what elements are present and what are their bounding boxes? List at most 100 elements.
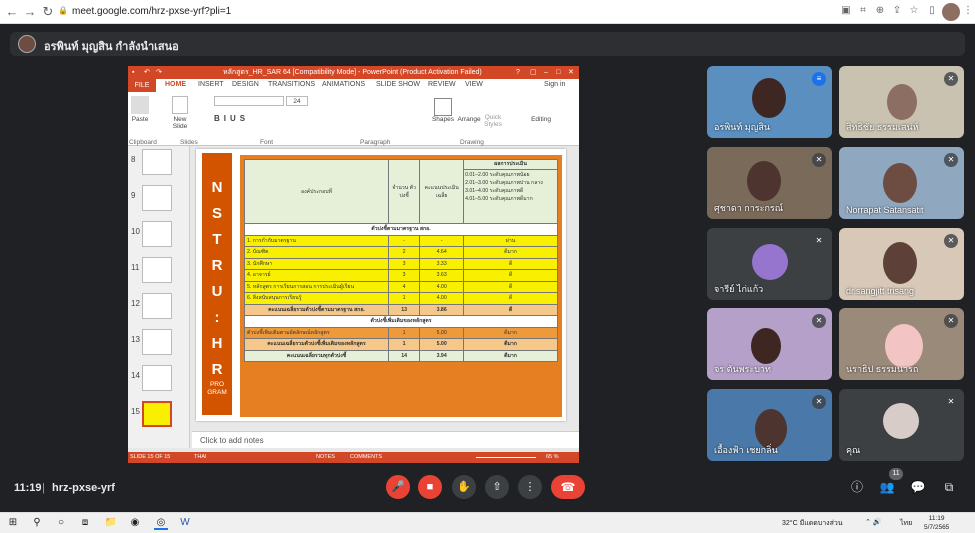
paste-icon[interactable]: [131, 96, 149, 114]
forward-icon[interactable]: →: [22, 4, 38, 20]
font-format-buttons[interactable]: BIUS: [214, 114, 314, 123]
tab-insert[interactable]: INSERT: [198, 81, 224, 88]
thumbnail-item[interactable]: 10: [128, 219, 188, 253]
tab-review[interactable]: REVIEW: [428, 81, 456, 88]
camera-off-button[interactable]: ■: [418, 475, 442, 499]
help-icon[interactable]: ?: [516, 66, 520, 79]
participant-tile[interactable]: ✕ นราธิป ธรรมนารถ: [839, 308, 964, 380]
shapes-button[interactable]: Shapes: [430, 116, 456, 123]
tab-animations[interactable]: ANIMATIONS: [322, 81, 365, 88]
shapes-icon[interactable]: [434, 98, 452, 116]
system-clock[interactable]: 11:19 5/7/2565: [924, 514, 949, 532]
participant-tile[interactable]: ✕ สิทธิชัย ธรรมเสน่ห์: [839, 66, 964, 138]
reload-icon[interactable]: ↻: [40, 4, 56, 20]
explorer-icon[interactable]: 📁: [104, 516, 118, 530]
minimize-icon[interactable]: –: [544, 66, 548, 79]
sidebar-icon[interactable]: ▯: [926, 5, 938, 17]
task-view-icon[interactable]: ⧈: [78, 516, 92, 530]
thumbnail-item[interactable]: 9: [128, 183, 188, 217]
undo-icon[interactable]: ↶: [144, 66, 150, 79]
address-bar[interactable]: meet.google.com/hrz-pxse-yrf?pli=1: [72, 3, 231, 21]
slide-thumbnail[interactable]: [142, 329, 172, 355]
participant-name: จร ตันพระบาท: [714, 364, 771, 374]
thumbnail-item[interactable]: 12: [128, 291, 188, 325]
tab-file[interactable]: FILE: [128, 79, 156, 92]
slide-thumbnail-selected[interactable]: [142, 401, 172, 427]
redo-icon[interactable]: ↷: [156, 66, 162, 79]
tab-slideshow[interactable]: SLIDE SHOW: [376, 81, 420, 88]
arrange-button[interactable]: Arrange: [456, 116, 482, 123]
tab-transitions[interactable]: TRANSITIONS: [268, 81, 315, 88]
tab-design[interactable]: DESIGN: [232, 81, 259, 88]
slide-thumbnail[interactable]: [142, 221, 172, 247]
menu-kebab-icon[interactable]: ⋮: [962, 5, 974, 17]
participant-tile[interactable]: ✕ จารีย์ ไก่แก้ว: [707, 228, 832, 300]
tab-view[interactable]: VIEW: [465, 81, 483, 88]
participant-tile[interactable]: ✕ ศุชาดา การะกรณ์: [707, 147, 832, 219]
font-name-box[interactable]: [214, 96, 284, 106]
back-icon[interactable]: ←: [4, 4, 20, 20]
windows-start-icon[interactable]: ⊞: [6, 516, 20, 530]
present-button[interactable]: ⇧: [485, 475, 509, 499]
profile-avatar[interactable]: [942, 3, 960, 21]
ribbon-display-icon[interactable]: ▢: [530, 66, 537, 79]
participant-tile[interactable]: ✕ Norrapat Satansatit: [839, 147, 964, 219]
thumbnail-item[interactable]: 13: [128, 327, 188, 361]
camera-site-icon[interactable]: ▣: [840, 5, 852, 17]
sign-in-link[interactable]: Sign in: [544, 81, 565, 88]
edge-icon[interactable]: ◉: [128, 516, 142, 530]
translate-icon[interactable]: ⌗: [857, 5, 869, 17]
thumbnail-item[interactable]: 14: [128, 363, 188, 397]
thumbnail-item[interactable]: 15: [128, 399, 188, 433]
maximize-icon[interactable]: □: [556, 66, 560, 79]
table-row: ตัวบ่งชี้เพิ่มเติมตามอัตลักษณ์หลักสูตร 1 5…: [244, 326, 558, 339]
font-size-box[interactable]: 24: [286, 96, 308, 106]
notes-toggle[interactable]: NOTES: [316, 452, 335, 463]
quick-styles-button[interactable]: Quick Styles: [482, 114, 504, 128]
slide-thumbnail[interactable]: [142, 365, 172, 391]
editing-button[interactable]: Editing: [526, 116, 556, 123]
people-icon[interactable]: 👥: [879, 479, 895, 495]
meeting-info-icon[interactable]: ⓘ: [849, 479, 865, 495]
weather-widget[interactable]: 32°C มีแดดบางส่วน: [782, 518, 843, 529]
participant-tile[interactable]: ✕ เอื้องฟ้า เชยกลิ่น: [707, 389, 832, 461]
slide-canvas[interactable]: N S T R U : H R PRO GRAM องค์ประกอบที่ จ…: [196, 149, 566, 421]
activities-icon[interactable]: ⧉: [941, 479, 957, 495]
cortana-icon[interactable]: ○: [54, 516, 68, 530]
participant-tile[interactable]: ✕ คุณ: [839, 389, 964, 461]
zoom-slider[interactable]: [476, 457, 536, 458]
paste-button[interactable]: Paste: [128, 116, 152, 123]
notes-pane[interactable]: Click to add notes: [192, 431, 579, 448]
raise-hand-button[interactable]: ✋: [452, 475, 476, 499]
mic-off-button[interactable]: 🎤: [386, 475, 410, 499]
zoom-icon[interactable]: ⊕: [874, 5, 886, 17]
participant-tile[interactable]: ✕ จร ตันพระบาท: [707, 308, 832, 380]
bookmark-star-icon[interactable]: ☆: [908, 5, 920, 17]
thumbnail-item[interactable]: 11: [128, 255, 188, 289]
tray-icons[interactable]: ⌃ 🔊: [865, 518, 882, 526]
input-language[interactable]: ไทย: [900, 518, 912, 529]
chrome-icon[interactable]: ◎: [154, 516, 168, 530]
tab-home[interactable]: HOME: [165, 81, 186, 88]
comments-toggle[interactable]: COMMENTS: [350, 452, 382, 463]
slide-thumbnail[interactable]: [142, 293, 172, 319]
participant-tile[interactable]: ≡ อรพินท์ มุญสิน: [707, 66, 832, 138]
thumbnail-item[interactable]: 8: [128, 147, 188, 181]
chat-icon[interactable]: 💬: [910, 479, 926, 495]
new-slide-button[interactable]: New Slide: [166, 116, 194, 130]
participant-tile[interactable]: ✕ dr.sangjitt trisang: [839, 228, 964, 300]
leave-call-button[interactable]: ☎: [551, 475, 585, 499]
save-icon[interactable]: ▪: [132, 66, 134, 79]
slide-thumbnail[interactable]: [142, 257, 172, 283]
slide-thumbnail[interactable]: [142, 185, 172, 211]
search-icon[interactable]: ⚲: [30, 516, 44, 530]
word-icon[interactable]: W: [178, 516, 192, 530]
more-options-button[interactable]: ⋮: [518, 475, 542, 499]
slide-thumbnail[interactable]: [142, 149, 172, 175]
new-slide-icon[interactable]: [172, 96, 188, 114]
participant-name: สิทธิชัย ธรรมเสน่ห์: [846, 122, 919, 132]
share-icon[interactable]: ⇪: [891, 5, 903, 17]
title-banner: N S T R U : H R PRO GRAM: [202, 153, 232, 415]
presenter-banner: อรพินท์ มุญสิน กำลังนำเสนอ: [10, 32, 965, 56]
close-icon[interactable]: ✕: [568, 66, 574, 79]
